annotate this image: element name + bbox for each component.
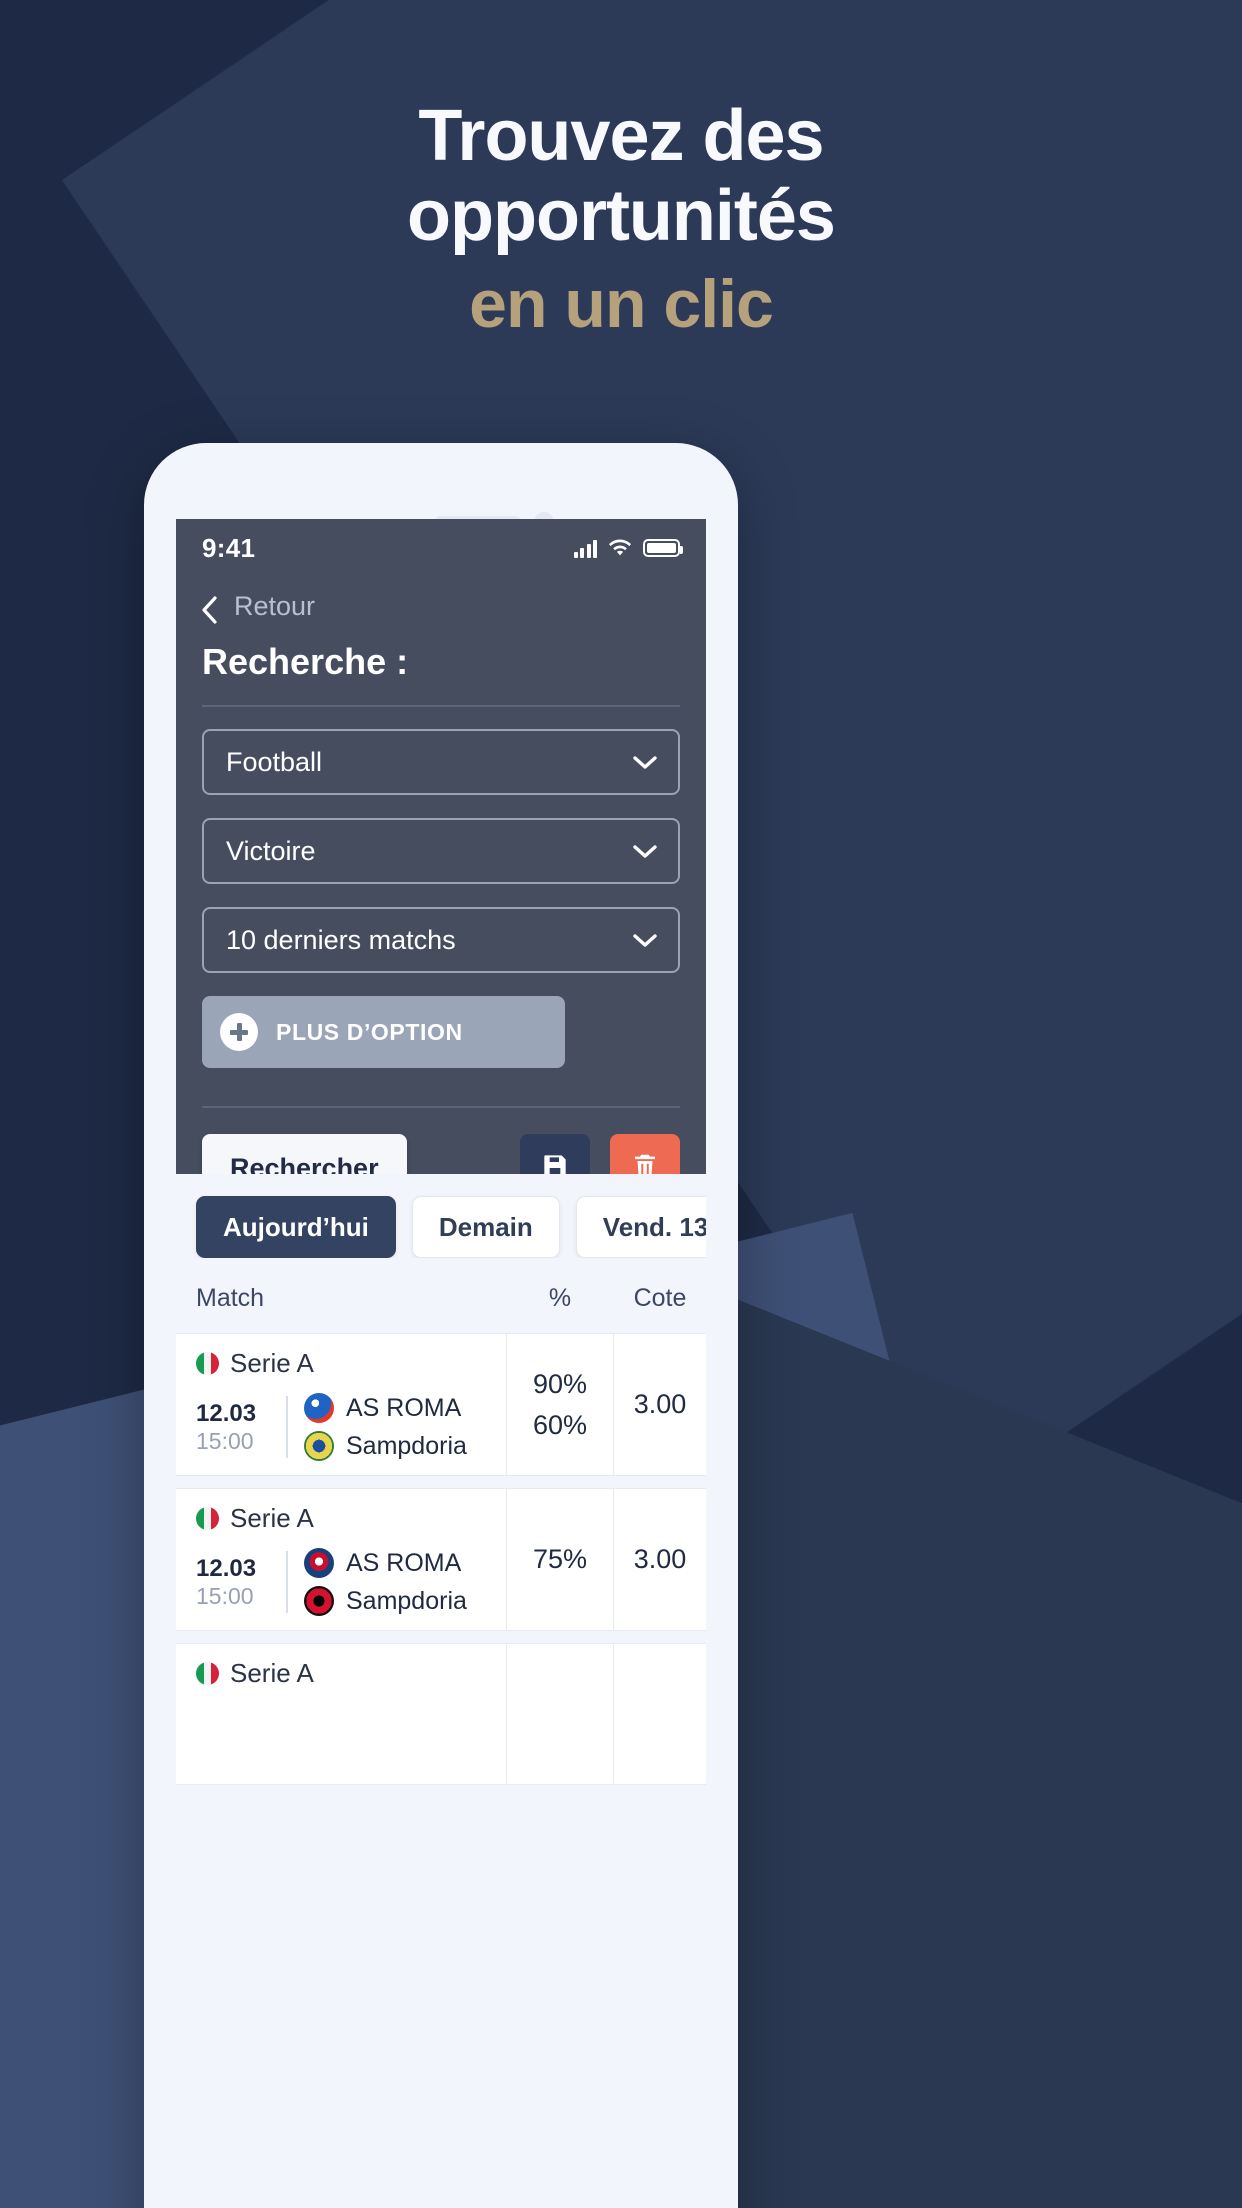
match-date: 12.03 xyxy=(196,1554,257,1582)
headline-line-2: opportunités xyxy=(407,176,836,256)
select-market[interactable]: Victoire xyxy=(202,818,680,884)
results-table-header: Match % Cote xyxy=(176,1258,706,1333)
headline-line-1: Trouvez des xyxy=(418,96,824,176)
league-label: Serie A xyxy=(196,1658,506,1689)
filter-selects: Football Victoire 10 derniers matchs xyxy=(176,707,706,973)
select-sport[interactable]: Football xyxy=(202,729,680,795)
status-icons xyxy=(573,539,683,558)
chevron-down-icon xyxy=(632,836,658,867)
league-label: Serie A xyxy=(196,1348,506,1379)
back-button-label: Retour xyxy=(234,590,316,621)
phone-screen: 9:41 Retour Recherche: Football Victoir… xyxy=(176,471,706,2208)
italy-flag-icon xyxy=(196,1352,219,1375)
percent-cell: 75% xyxy=(506,1489,614,1630)
results-panel: Aujourd’hui Demain Vend. 13 S Match % Co… xyxy=(176,1174,706,2208)
away-team-name: Sampdoria xyxy=(346,1586,467,1615)
chevron-left-icon xyxy=(198,595,220,624)
teams: AS ROMA Sampdoria xyxy=(304,1548,467,1616)
column-header-match: Match xyxy=(196,1284,265,1312)
league-name: Serie A xyxy=(230,1503,314,1533)
away-team: Sampdoria xyxy=(304,1431,467,1461)
percent-cell: 90% 60% xyxy=(506,1334,614,1475)
league-name: Serie A xyxy=(230,1348,314,1378)
day-tabs: Aujourd’hui Demain Vend. 13 S xyxy=(176,1174,706,1258)
day-tab-tomorrow[interactable]: Demain xyxy=(411,1196,560,1258)
away-team: Sampdoria xyxy=(304,1586,467,1616)
as-roma-crest xyxy=(304,1393,334,1423)
league-label: Serie A xyxy=(196,1503,506,1534)
table-row[interactable]: Serie A xyxy=(176,1643,706,1785)
wifi-icon xyxy=(608,539,632,557)
match-body: 12.03 15:00 AS ROMA Sampdoria xyxy=(196,1393,506,1461)
cell-divider xyxy=(286,1396,288,1458)
percent-value-home: 75% xyxy=(532,1544,588,1574)
italy-flag-icon xyxy=(196,1662,219,1685)
teams: AS ROMA Sampdoria xyxy=(304,1393,467,1461)
match-date: 12.03 xyxy=(196,1399,257,1427)
rennes-crest xyxy=(304,1586,334,1616)
status-bar: 9:41 xyxy=(176,519,706,577)
select-market-value: Victoire xyxy=(226,835,316,866)
select-range[interactable]: 10 derniers matchs xyxy=(202,907,680,973)
psg-crest xyxy=(304,1548,334,1578)
percent-value-away: 60% xyxy=(532,1409,588,1440)
match-datetime: 12.03 15:00 xyxy=(196,1400,270,1454)
more-options-label: PLUS D’OPTION xyxy=(276,1018,463,1045)
sampdoria-crest xyxy=(304,1431,334,1461)
match-cell: Serie A 12.03 15:00 AS ROMA Sampdoria xyxy=(176,1489,506,1630)
odds-cell: 3.00 xyxy=(633,1544,687,1574)
home-team: AS ROMA xyxy=(304,1393,467,1423)
select-sport-value: Football xyxy=(226,746,323,777)
percent-value-home: 90% xyxy=(532,1368,588,1399)
column-header-odds: Cote xyxy=(633,1284,687,1312)
table-row[interactable]: Serie A 12.03 15:00 AS ROMA xyxy=(176,1333,706,1476)
chevron-down-icon xyxy=(632,925,658,956)
home-team-name: AS ROMA xyxy=(346,1548,462,1577)
marketing-headline: Trouvez des opportunités en un clic xyxy=(0,96,1242,338)
day-tab-friday[interactable]: Vend. 13 xyxy=(575,1196,706,1258)
percent-cell xyxy=(506,1644,614,1784)
plus-circle-icon xyxy=(220,1013,258,1051)
match-time: 15:00 xyxy=(196,1582,254,1609)
home-team: AS ROMA xyxy=(304,1548,467,1578)
away-team-name: Sampdoria xyxy=(346,1431,467,1460)
status-time: 9:41 xyxy=(202,532,256,563)
page-title: Recherche : xyxy=(202,641,409,682)
match-body: 12.03 15:00 AS ROMA Sampdoria xyxy=(196,1548,506,1616)
match-datetime: 12.03 15:00 xyxy=(196,1555,270,1609)
battery-full-icon xyxy=(643,539,683,557)
select-range-value: 10 derniers matchs xyxy=(226,924,456,955)
match-time: 15:00 xyxy=(196,1427,254,1454)
more-options-button[interactable]: PLUS D’OPTION xyxy=(202,996,565,1068)
league-name: Serie A xyxy=(230,1658,314,1688)
home-team-name: AS ROMA xyxy=(346,1393,462,1422)
chevron-down-icon xyxy=(632,747,658,778)
cell-divider xyxy=(286,1551,288,1613)
odds-cell xyxy=(614,1644,706,1784)
column-header-percent: % xyxy=(548,1284,572,1312)
cellular-signal-icon xyxy=(573,539,597,558)
day-tab-today[interactable]: Aujourd’hui xyxy=(196,1196,396,1258)
search-panel: 9:41 Retour Recherche: Football Victoir… xyxy=(176,519,706,1202)
match-cell: Serie A 12.03 15:00 AS ROMA Sampdoria xyxy=(176,1334,506,1475)
phone-mockup: 9:41 Retour Recherche: Football Victoir… xyxy=(144,443,738,2208)
italy-flag-icon xyxy=(196,1507,219,1530)
back-button[interactable]: Retour xyxy=(176,577,706,631)
match-cell: Serie A xyxy=(176,1644,506,1784)
headline-line-3: en un clic xyxy=(469,266,774,342)
table-row[interactable]: Serie A 12.03 15:00 AS ROMA xyxy=(176,1488,706,1631)
odds-cell: 3.00 xyxy=(633,1389,687,1419)
